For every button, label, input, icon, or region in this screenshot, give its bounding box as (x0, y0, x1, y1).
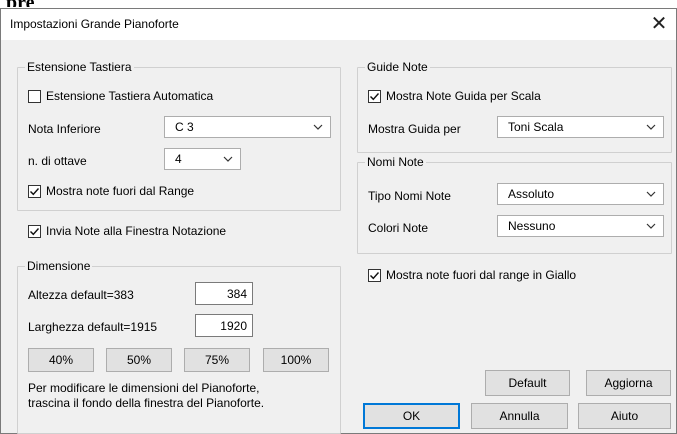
show-guide-label: Mostra Note Guida per Scala (386, 89, 541, 103)
send-notes-label: Invia Note alla Finestra Notazione (46, 224, 227, 238)
resize-hint-line2: trascina il fondo della finestra del Pia… (28, 396, 265, 410)
default-button-label: Default (508, 376, 547, 390)
help-button-label: Aiuto (610, 409, 639, 423)
preset-50-label: 50% (126, 353, 152, 367)
chevron-down-icon (646, 191, 656, 197)
auto-range-box (28, 89, 41, 103)
show-out-of-range-checkbox[interactable]: Mostra note fuori dal Range (28, 184, 194, 198)
window-title: Impostazioni Grande Pianoforte (10, 17, 179, 31)
default-button[interactable]: Default (485, 370, 570, 396)
page-heading: pre (6, 0, 206, 7)
note-colors-label: Colori Note (368, 221, 429, 235)
checkmark-icon (30, 227, 40, 235)
title-bar: Impostazioni Grande Pianoforte ✕ (1, 9, 676, 40)
close-button[interactable]: ✕ (648, 13, 670, 35)
chevron-down-icon (646, 223, 656, 229)
show-guide-for-value: Toni Scala (508, 120, 564, 134)
update-button[interactable]: Aggiorna (586, 370, 671, 396)
ok-button[interactable]: OK (363, 403, 460, 429)
preset-75-label: 75% (204, 353, 230, 367)
help-button[interactable]: Aiuto (578, 403, 671, 429)
width-value: 1920 (220, 318, 247, 333)
cancel-button[interactable]: Annulla (471, 403, 568, 429)
lowest-note-select[interactable]: C 3 (164, 116, 331, 138)
preset-50-button[interactable]: 50% (106, 348, 172, 372)
lowest-note-value: C 3 (175, 120, 194, 134)
height-value: 384 (226, 286, 247, 301)
preset-100-label: 100% (280, 353, 312, 367)
resize-hint-line1: Per modificare le dimensioni del Pianofo… (28, 381, 260, 395)
checkmark-icon (370, 271, 380, 279)
resize-hint: Per modificare le dimensioni del Pianofo… (28, 381, 264, 411)
height-input[interactable]: 384 (195, 282, 253, 305)
send-notes-box (28, 224, 41, 238)
yellow-out-of-range-checkbox[interactable]: Mostra note fuori dal range in Giallo (368, 268, 576, 282)
piano-settings-dialog: Impostazioni Grande Pianoforte ✕ Estensi… (0, 8, 677, 434)
note-name-type-label: Tipo Nomi Note (368, 189, 451, 203)
chevron-down-icon (313, 124, 323, 130)
octaves-value: 4 (175, 152, 182, 166)
yellow-out-of-range-label: Mostra note fuori dal range in Giallo (386, 268, 577, 282)
preset-40-label: 40% (48, 353, 74, 367)
preset-100-button[interactable]: 100% (263, 348, 329, 372)
show-guide-box (368, 89, 381, 103)
checkmark-icon (370, 92, 380, 100)
update-button-label: Aggiorna (604, 376, 653, 390)
preset-75-button[interactable]: 75% (184, 348, 250, 372)
note-names-group: Nomi Note (357, 155, 672, 254)
octaves-select[interactable]: 4 (164, 148, 241, 170)
show-guide-for-select[interactable]: Toni Scala (497, 116, 664, 138)
send-notes-checkbox[interactable]: Invia Note alla Finestra Notazione (28, 224, 226, 238)
lowest-note-label: Nota Inferiore (28, 122, 101, 136)
keyboard-range-group-label: Estensione Tastiera (25, 60, 134, 74)
octaves-label: n. di ottave (28, 154, 87, 168)
cancel-button-label: Annulla (499, 409, 540, 423)
ok-button-label: OK (402, 409, 421, 423)
note-name-type-value: Assoluto (508, 187, 555, 201)
auto-range-checkbox[interactable]: Estensione Tastiera Automatica (28, 89, 213, 103)
note-names-group-label: Nomi Note (365, 155, 426, 169)
note-colors-select[interactable]: Nessuno (497, 215, 664, 237)
guide-notes-group-label: Guide Note (365, 60, 430, 74)
show-out-of-range-label: Mostra note fuori dal Range (46, 184, 195, 198)
guide-notes-group: Guide Note (357, 60, 672, 153)
chevron-down-icon (646, 124, 656, 130)
chevron-down-icon (223, 156, 233, 162)
preset-40-button[interactable]: 40% (28, 348, 94, 372)
show-out-of-range-box (28, 184, 41, 198)
note-name-type-select[interactable]: Assoluto (497, 183, 664, 205)
height-label: Altezza default=383 (28, 288, 134, 302)
width-input[interactable]: 1920 (195, 314, 253, 337)
show-guide-for-label: Mostra Guida per (368, 122, 461, 136)
close-icon: ✕ (650, 13, 668, 35)
size-group-label: Dimensione (25, 259, 93, 273)
checkmark-icon (30, 187, 40, 195)
show-guide-checkbox[interactable]: Mostra Note Guida per Scala (368, 89, 541, 103)
note-colors-value: Nessuno (508, 219, 556, 233)
width-label: Larghezza default=1915 (28, 320, 158, 334)
auto-range-label: Estensione Tastiera Automatica (46, 89, 214, 103)
yellow-out-of-range-box (368, 268, 381, 282)
